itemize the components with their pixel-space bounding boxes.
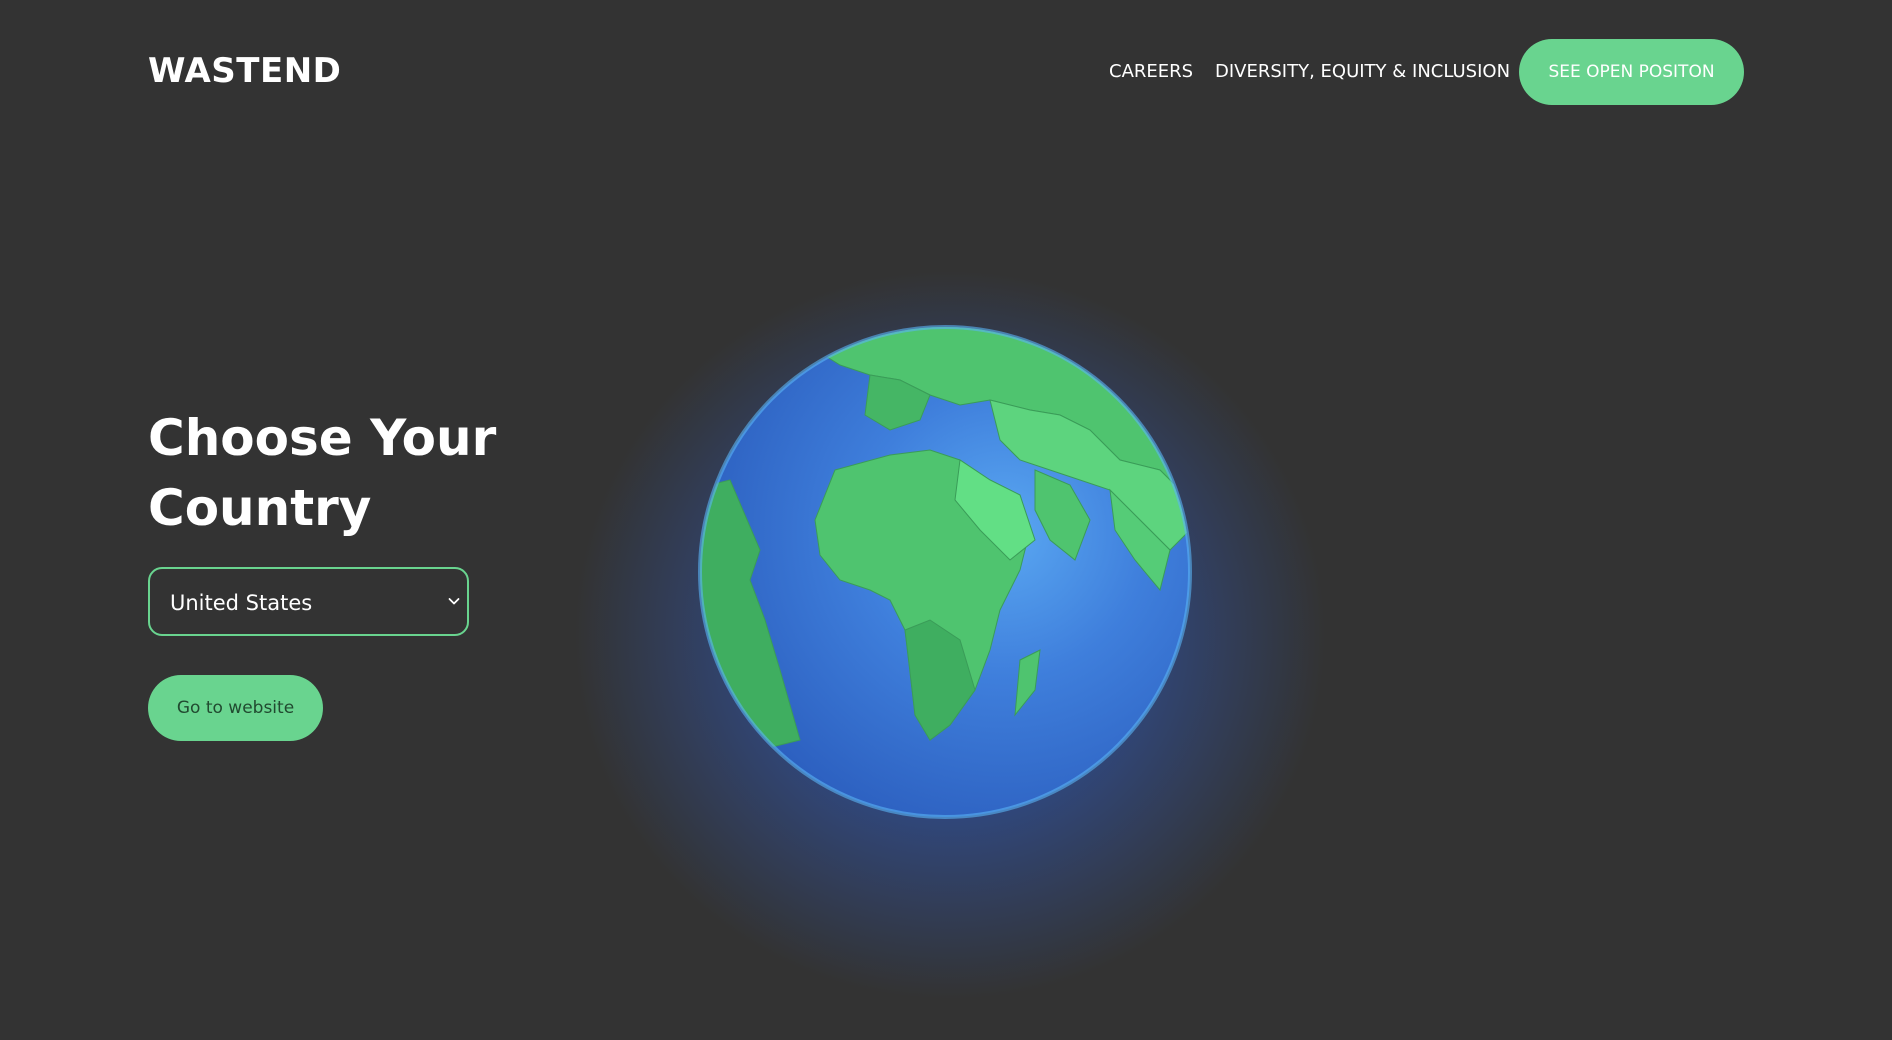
globe-image [690, 320, 1200, 820]
country-select-value: United States [170, 591, 313, 615]
site-header: WASTEND CAREERS DIVERSITY, EQUITY & INCL… [0, 0, 1892, 145]
nav-link-diversity-equity-inclusion[interactable]: DIVERSITY, EQUITY & INCLUSION [1215, 60, 1510, 84]
see-open-positions-button[interactable]: SEE OPEN POSITON [1519, 39, 1744, 105]
chevron-down-icon [445, 592, 463, 610]
country-select[interactable]: United States [148, 567, 469, 636]
nav-link-careers[interactable]: CAREERS [1109, 60, 1193, 84]
logo[interactable]: WASTEND [148, 51, 341, 91]
page-title: Choose Your Country [148, 409, 497, 537]
go-to-website-button[interactable]: Go to website [148, 675, 323, 741]
